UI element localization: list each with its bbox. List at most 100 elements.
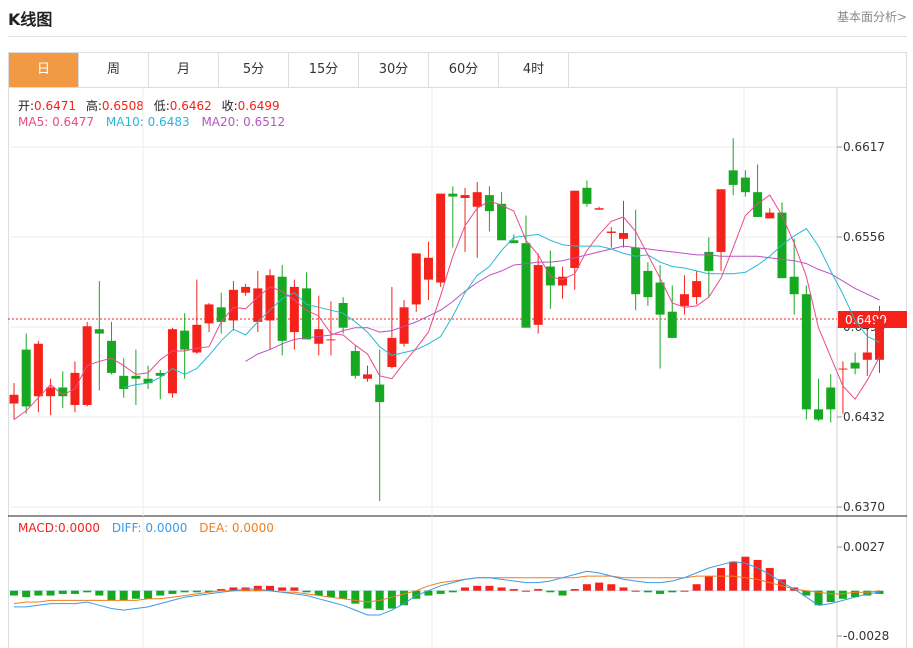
macd-tick-label: 0.0027 — [843, 540, 885, 554]
macd-bar — [339, 590, 348, 599]
candle-body — [9, 394, 19, 404]
candles-group — [9, 138, 884, 502]
macd-bar — [34, 590, 43, 596]
macd-bar — [582, 584, 591, 591]
macd-bar — [534, 589, 543, 591]
macd-bar — [570, 589, 579, 591]
macd-bar — [326, 590, 335, 598]
macd-bar — [668, 590, 677, 593]
candle-body — [411, 253, 421, 305]
macd-bar — [838, 590, 847, 599]
candle-body — [753, 192, 763, 217]
candle-body — [436, 193, 446, 283]
macd-bar — [10, 590, 18, 596]
candle-body — [850, 362, 860, 369]
kline-chart: 0.66170.65560.64940.64320.63700.0027-0.0… — [8, 88, 907, 648]
candle-body — [594, 208, 604, 210]
macd-bar — [46, 590, 55, 596]
macd-bar — [753, 559, 762, 591]
candle-body — [241, 286, 251, 293]
candle-body — [21, 349, 31, 407]
macd-bar — [461, 587, 470, 591]
candle-body — [350, 351, 360, 376]
macd-bar — [680, 590, 689, 592]
candle-body — [692, 281, 702, 298]
candle-body — [619, 232, 628, 239]
macd-bar — [765, 568, 774, 591]
candle-body — [570, 190, 580, 268]
candle-body — [472, 192, 482, 207]
macd-bar — [717, 568, 726, 591]
candle-body — [326, 339, 336, 341]
macd-bar — [119, 590, 128, 601]
macd-bar — [607, 584, 616, 591]
candle-body — [533, 265, 543, 325]
macd-bar — [692, 584, 701, 591]
macd-bar — [58, 590, 67, 594]
candle-body — [143, 378, 153, 384]
candle-body — [740, 177, 750, 193]
candle-body — [448, 193, 458, 197]
candle-body — [204, 304, 214, 324]
price-tick-label: 0.6432 — [843, 410, 885, 424]
macd-bars-group — [10, 556, 884, 611]
macd-bar — [546, 590, 555, 593]
candle-body — [862, 352, 872, 360]
candle-body — [631, 247, 641, 295]
macd-bar — [521, 590, 530, 592]
macd-bar — [131, 590, 140, 599]
macd-bar — [741, 556, 750, 591]
candle-body — [606, 231, 616, 233]
candle-body — [253, 288, 263, 322]
candle-body — [216, 307, 226, 322]
macd-bar — [83, 590, 92, 593]
candle-body — [363, 374, 373, 379]
candle-body — [655, 282, 665, 315]
macd-bar — [826, 590, 835, 603]
candle-body — [375, 384, 385, 403]
candle-body — [46, 387, 56, 397]
candle-body — [228, 289, 238, 321]
candle-body — [643, 270, 653, 298]
macd-bar — [290, 587, 299, 591]
macd-bar — [363, 590, 372, 609]
candle-body — [728, 170, 738, 185]
macd-bar — [351, 590, 360, 604]
macd-bar — [70, 590, 79, 594]
diff-line — [14, 561, 880, 616]
price-tick-label: 0.6370 — [843, 500, 885, 514]
macd-bar — [509, 589, 518, 591]
candle-body — [277, 276, 287, 341]
macd-bar — [278, 587, 287, 591]
candle-body — [521, 243, 531, 328]
candle-body — [460, 195, 470, 199]
macd-bar — [558, 590, 567, 596]
macd-bar — [448, 590, 457, 593]
macd-bar — [595, 582, 604, 591]
macd-bar — [619, 587, 628, 591]
candle-body — [874, 318, 884, 360]
candle-body — [838, 368, 848, 370]
candle-body — [423, 257, 433, 280]
candle-body — [801, 294, 811, 410]
candle-body — [667, 311, 677, 338]
price-tick-label: 0.6617 — [843, 140, 885, 154]
candle-body — [33, 343, 43, 397]
candle-body — [716, 189, 726, 252]
candle-body — [167, 329, 177, 394]
candle-body — [107, 340, 117, 373]
candle-body — [814, 409, 824, 420]
macd-bar — [485, 585, 494, 591]
candle-body — [789, 276, 799, 295]
macd-bar — [473, 585, 482, 591]
macd-bar — [497, 587, 506, 591]
ma5-line — [13, 194, 880, 421]
candle-body — [582, 187, 592, 204]
dea-line — [13, 575, 880, 605]
macd-bar — [704, 576, 713, 591]
candle-body — [497, 203, 507, 241]
macd-bar — [656, 590, 665, 594]
macd-bar — [436, 590, 445, 594]
macd-bar — [168, 590, 177, 594]
candle-body — [180, 330, 190, 350]
